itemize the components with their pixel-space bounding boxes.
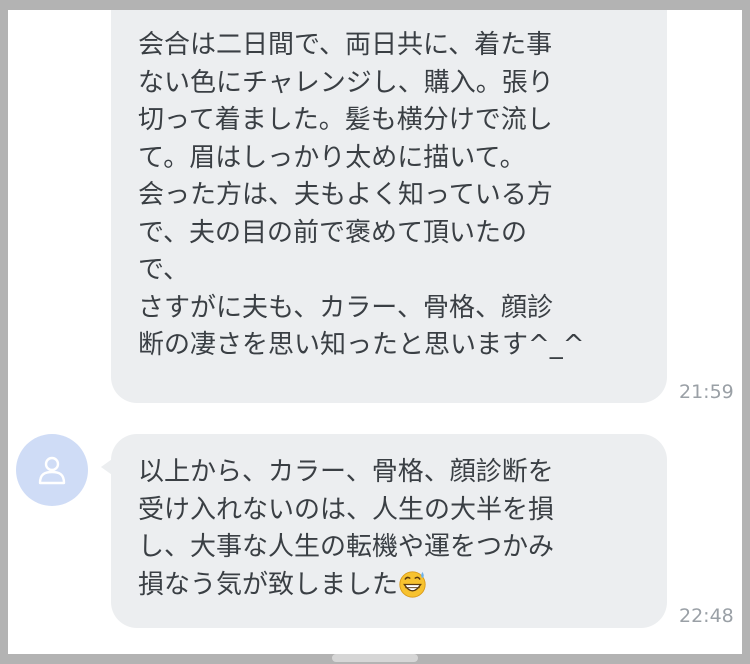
- home-indicator[interactable]: [332, 654, 418, 662]
- message-text: 会合は二日間で、両日共に、着た事 ない色にチャレンジし、購入。張り 切って着まし…: [138, 30, 585, 360]
- message-bubble[interactable]: 会合は二日間で、両日共に、着た事 ない色にチャレンジし、購入。張り 切って着まし…: [111, 10, 667, 403]
- avatar[interactable]: [16, 434, 88, 506]
- message-bubble[interactable]: 以上から、カラー、骨格、顔診断を 受け入れないのは、人生の大半を損 し、大事な人…: [111, 434, 667, 628]
- message-timestamp: 22:48: [679, 605, 734, 627]
- person-outline-icon: [38, 456, 66, 485]
- message-text: 以上から、カラー、骨格、顔診断を 受け入れないのは、人生の大半を損 し、大事な人…: [138, 457, 555, 600]
- grinning-face-with-sweat-icon: [399, 570, 426, 598]
- message-timestamp: 21:59: [679, 381, 734, 403]
- chat-window: 会合は二日間で、両日共に、着た事 ない色にチャレンジし、購入。張り 切って着まし…: [8, 10, 742, 654]
